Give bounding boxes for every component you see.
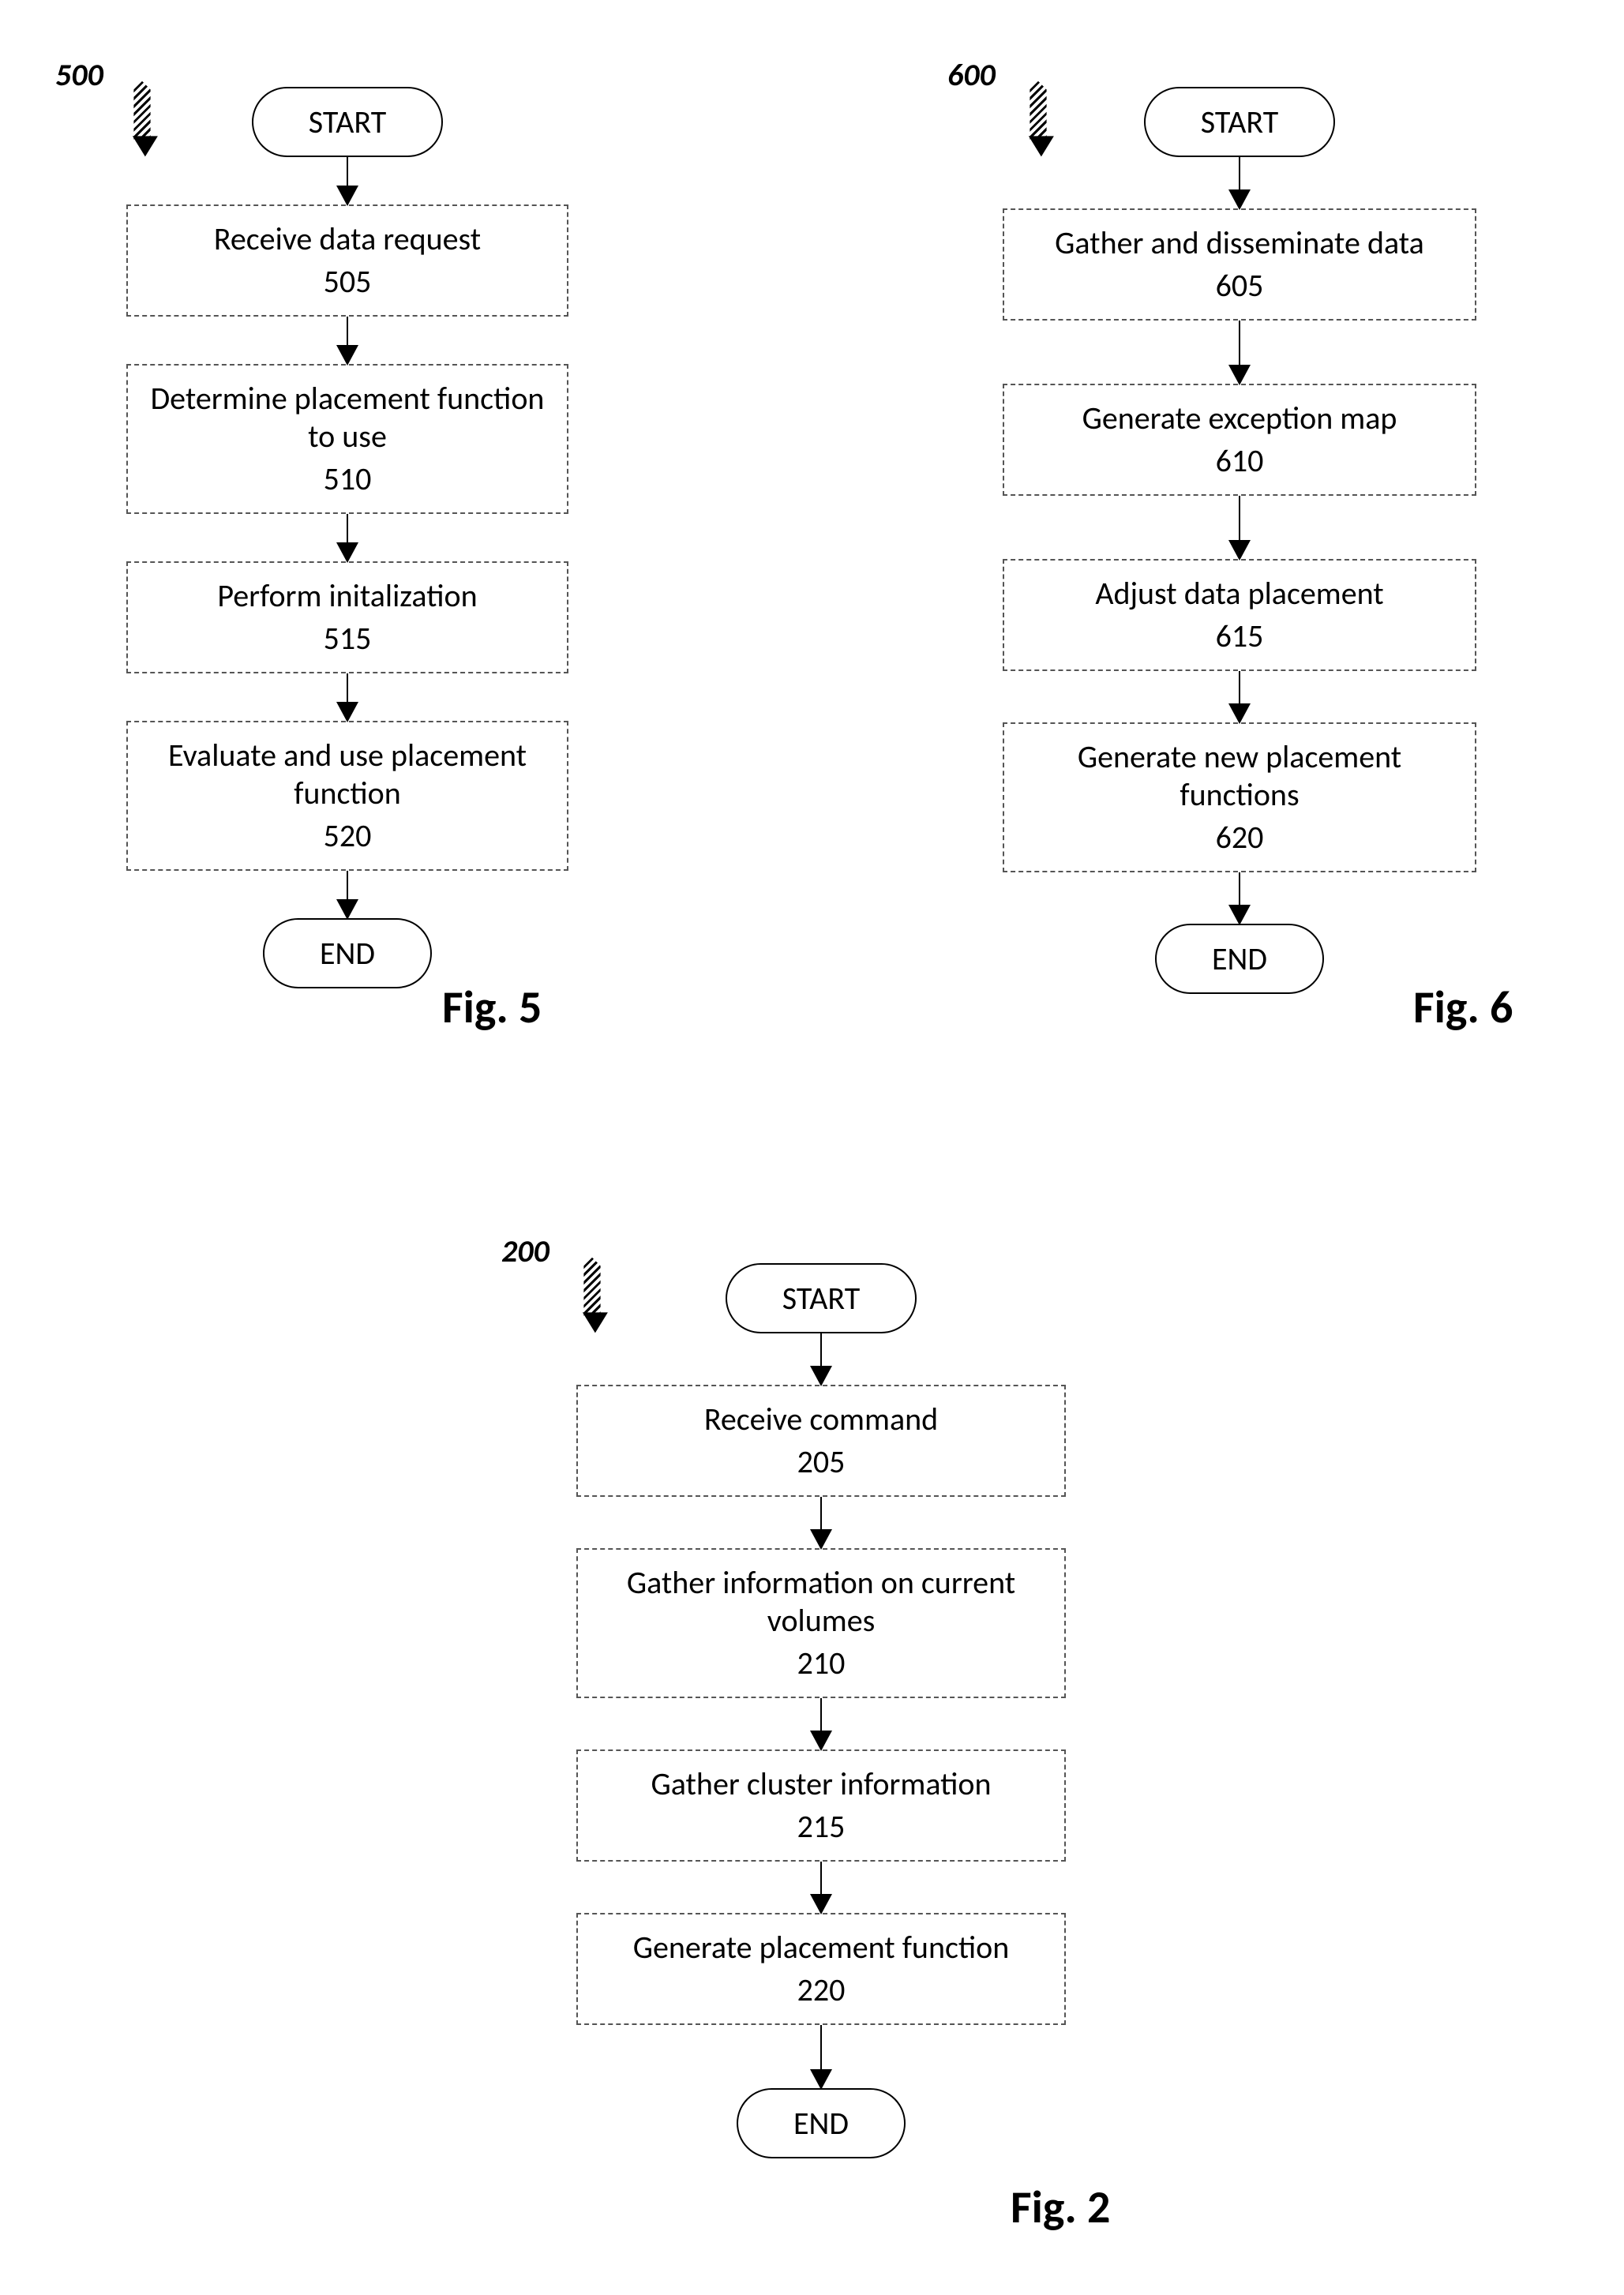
step-number: 520 [324,817,372,855]
terminal-start: START [252,87,443,157]
arrow-icon [347,514,348,561]
arrow-icon [820,2025,822,2088]
terminal-end: END [737,2088,906,2158]
terminal-start: START [1144,87,1335,157]
step-label: Perform initalization [217,577,477,615]
step-number: 205 [797,1443,846,1481]
arrow-icon [1239,496,1240,559]
terminal-end: END [263,918,432,988]
arrow-icon [1239,671,1240,722]
flowchart-fig2: START Receive command 205 Gather informa… [537,1263,1105,2158]
process-step: Generate new placement functions 620 [1003,722,1476,872]
arrow-icon [1239,157,1240,208]
step-number: 505 [324,263,372,301]
arrow-icon [347,673,348,721]
step-label: Determine placement function to use [147,380,548,456]
step-number: 210 [797,1644,846,1682]
step-number: 510 [324,460,372,498]
figure-caption: Fig. 2 [1011,2179,1110,2235]
step-label: Evaluate and use placement function [147,737,548,812]
step-label: Generate exception map [1082,399,1397,437]
step-number: 220 [797,1971,846,2009]
process-step: Adjust data placement 615 [1003,559,1476,671]
arrow-icon [820,1333,822,1385]
process-step: Perform initalization 515 [126,561,568,673]
step-label: Gather cluster information [651,1765,992,1803]
step-label: Generate new placement functions [1023,738,1456,814]
figure-caption: Fig. 5 [442,979,542,1035]
arrow-icon [820,1698,822,1749]
step-label: Receive data request [214,220,481,258]
process-step: Gather information on current volumes 21… [576,1548,1066,1698]
arrow-icon [820,1497,822,1548]
terminal-end: END [1155,924,1324,994]
step-label: Receive command [704,1401,938,1438]
step-number: 515 [324,620,372,658]
flowchart-fig5: START Receive data request 505 Determine… [103,87,592,988]
figure-caption: Fig. 6 [1413,979,1513,1035]
arrow-icon [347,871,348,918]
arrow-icon [1239,321,1240,384]
step-label: Generate placement function [633,1929,1010,1967]
terminal-start: START [726,1263,917,1333]
process-step: Generate exception map 610 [1003,384,1476,496]
process-step: Gather cluster information 215 [576,1749,1066,1862]
process-step: Generate placement function 220 [576,1913,1066,2025]
step-label: Gather information on current volumes [597,1564,1045,1640]
step-number: 620 [1216,819,1264,857]
arrow-icon [347,157,348,204]
flowchart-fig6: START Gather and disseminate data 605 Ge… [971,87,1508,994]
process-step: Receive data request 505 [126,204,568,317]
step-label: Gather and disseminate data [1055,224,1424,262]
process-step: Determine placement function to use 510 [126,364,568,514]
arrow-icon [347,317,348,364]
process-step: Evaluate and use placement function 520 [126,721,568,871]
figure-number-label: 500 [55,55,103,94]
step-number: 605 [1216,267,1264,305]
step-label: Adjust data placement [1095,575,1383,613]
step-number: 610 [1216,442,1264,480]
arrow-icon [1239,872,1240,924]
step-number: 615 [1216,617,1264,655]
process-step: Gather and disseminate data 605 [1003,208,1476,321]
step-number: 215 [797,1808,846,1846]
arrow-icon [820,1862,822,1913]
process-step: Receive command 205 [576,1385,1066,1497]
